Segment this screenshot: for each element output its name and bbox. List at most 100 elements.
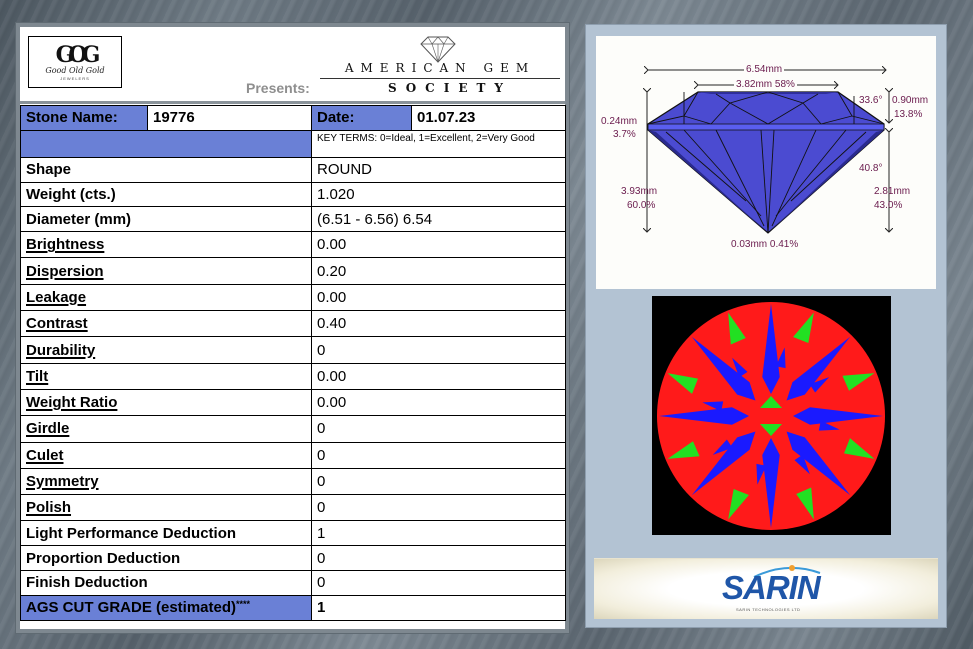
row-label: Girdle xyxy=(26,420,70,438)
logo-name: Good Old Gold xyxy=(45,65,105,75)
table-row: Symmetry 0 xyxy=(20,467,566,496)
row-label-cell: Dispersion xyxy=(20,257,312,285)
row-value: 0 xyxy=(311,494,566,522)
cut-grade-row: AGS CUT GRADE (estimated)**** 1 xyxy=(20,594,566,621)
row-label: Dispersion xyxy=(26,262,104,280)
row-label-cell: Durability xyxy=(20,336,312,364)
row-label: Symmetry xyxy=(26,473,99,490)
table-row: Light Performance Deduction 1 xyxy=(20,520,566,547)
cut-grade-value: 1 xyxy=(311,594,566,621)
row-value: 0 xyxy=(311,415,566,443)
stone-info-row: Stone Name: 19776 Date: 01.07.23 xyxy=(20,105,566,131)
table-row: Proportion Deduction 0 xyxy=(20,545,566,572)
table-row: Weight Ratio 0.00 xyxy=(20,388,566,417)
table-row: Weight (cts.) 1.020 xyxy=(20,181,566,208)
cut-grade-asterisks: **** xyxy=(236,599,251,610)
ags-divider xyxy=(320,78,560,79)
row-value: 0 xyxy=(311,570,566,596)
sarin-brand: SARIN xyxy=(722,569,821,606)
row-label-cell: Finish Deduction xyxy=(20,570,312,596)
row-label-cell: Shape xyxy=(20,156,312,183)
table-row: Dispersion 0.20 xyxy=(20,257,566,285)
diamond-profile-diagram: 6.54mm 3.82mm 58% 0.24mm 3.7% 3.93mm 60.… xyxy=(596,36,936,289)
row-label: Light Performance Deduction xyxy=(26,524,237,542)
row-value: 0.20 xyxy=(311,257,566,285)
row-label-cell: Brightness xyxy=(20,231,312,259)
row-label-cell: Contrast xyxy=(20,310,312,338)
total-depth-mm-annotation: 3.93mm xyxy=(621,186,658,197)
table-row: Leakage 0.00 xyxy=(20,283,566,312)
ags-logo: AMERICAN GEM SOCIETY xyxy=(320,35,560,99)
row-value: 0 xyxy=(311,467,566,496)
jeweler-logo: GOG Good Old Gold JEWELERS xyxy=(28,36,122,88)
row-label-cell: Girdle xyxy=(20,415,312,443)
row-label: Culet xyxy=(26,446,64,464)
diameter-annotation: 6.54mm xyxy=(744,64,785,76)
key-terms-row: KEY TERMS: 0=Ideal, 1=Excellent, 2=Very … xyxy=(20,129,566,158)
table-row: Durability 0 xyxy=(20,336,566,364)
table-row: Diameter (mm) (6.51 - 6.56) 6.54 xyxy=(20,206,566,233)
diamond-body xyxy=(647,91,885,234)
stone-name-value: 19776 xyxy=(147,105,312,131)
row-value: (6.51 - 6.56) 6.54 xyxy=(311,206,566,233)
row-value: 0 xyxy=(311,545,566,572)
row-value: ROUND xyxy=(311,156,566,183)
logo-monogram: GOG xyxy=(55,41,101,68)
ags-name-line1: AMERICAN GEM xyxy=(344,61,536,75)
ags-name-line2: SOCIETY xyxy=(388,81,512,95)
asi-svg xyxy=(657,302,885,530)
table-row: Culet 0 xyxy=(20,441,566,469)
sarin-logo-box: SARIN SARIN TECHNOLOGIES LTD xyxy=(594,558,938,619)
row-value: 0 xyxy=(311,336,566,364)
table-row: Contrast 0.40 xyxy=(20,310,566,338)
crown-angle-annotation: 33.6° xyxy=(859,95,883,106)
diagram-panel: 6.54mm 3.82mm 58% 0.24mm 3.7% 3.93mm 60.… xyxy=(585,24,947,628)
row-value: 0.00 xyxy=(311,362,566,390)
table-annotation: 3.82mm 58% xyxy=(734,79,797,91)
row-label: Durability xyxy=(26,341,96,359)
row-label: Diameter (mm) xyxy=(26,210,132,228)
stone-name-label: Stone Name: xyxy=(20,105,148,131)
table-row: Finish Deduction 0 xyxy=(20,570,566,596)
row-label: Weight (cts.) xyxy=(26,185,116,203)
date-label: Date: xyxy=(311,105,412,131)
row-label: Finish Deduction xyxy=(26,574,148,592)
row-label: Proportion Deduction xyxy=(26,549,181,567)
row-label-cell: Proportion Deduction xyxy=(20,545,312,572)
row-label-cell: Light Performance Deduction xyxy=(20,520,312,547)
row-value: 1.020 xyxy=(311,181,566,208)
row-label-cell: Culet xyxy=(20,441,312,469)
row-label: Leakage xyxy=(26,288,87,306)
pavilion-angle-annotation: 40.8° xyxy=(859,163,883,174)
row-value: 0.00 xyxy=(311,231,566,259)
girdle-mm-annotation: 0.24mm xyxy=(601,116,638,127)
row-label-cell: Weight Ratio xyxy=(20,388,312,417)
row-label-cell: Symmetry xyxy=(20,467,312,496)
row-label-cell: Polish xyxy=(20,494,312,522)
girdle xyxy=(647,123,885,131)
cut-grade-label: AGS CUT GRADE (estimated)**** xyxy=(20,594,312,621)
culet-annotation: 0.03mm 0.41% xyxy=(731,239,799,250)
table-row: Tilt 0.00 xyxy=(20,362,566,390)
row-label: Shape xyxy=(26,161,72,179)
key-terms-spacer xyxy=(20,129,312,158)
presents-label: Presents: xyxy=(246,80,310,96)
pavilion-depth-mm-annotation: 2.81mm xyxy=(874,186,911,197)
logo-sub: JEWELERS xyxy=(60,75,90,81)
key-terms: KEY TERMS: 0=Ideal, 1=Excellent, 2=Very … xyxy=(311,129,566,158)
crown-height-pct-annotation: 13.8% xyxy=(894,109,923,120)
row-label: Polish xyxy=(26,499,72,517)
row-value: 0.00 xyxy=(311,283,566,312)
pavilion-depth-pct-annotation: 43.0% xyxy=(874,200,903,211)
row-label-cell: Weight (cts.) xyxy=(20,181,312,208)
row-label: Contrast xyxy=(26,315,88,333)
crown-height-mm-annotation: 0.90mm xyxy=(892,95,929,106)
row-label: Brightness xyxy=(26,236,105,254)
grading-table: Stone Name: 19776 Date: 01.07.23 KEY TER… xyxy=(20,105,566,621)
row-label: Tilt xyxy=(26,367,49,385)
row-value: 0.40 xyxy=(311,310,566,338)
girdle-pct-annotation: 3.7% xyxy=(613,129,636,140)
table-row: Girdle 0 xyxy=(20,415,566,443)
total-depth-pct-annotation: 60.0% xyxy=(627,200,656,211)
row-label-cell: Diameter (mm) xyxy=(20,206,312,233)
